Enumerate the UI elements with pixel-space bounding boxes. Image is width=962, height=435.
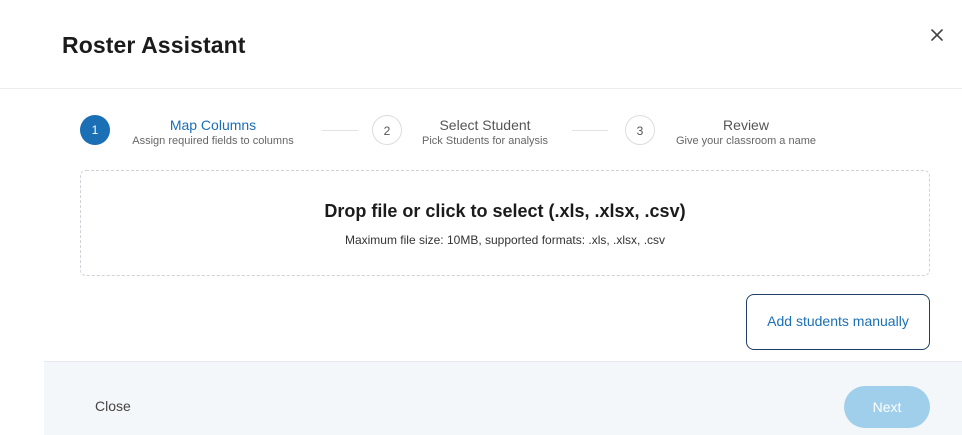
file-dropzone[interactable]: Drop file or click to select (.xls, .xls… [80, 170, 930, 276]
step-review[interactable]: 3 Review Give your classroom a name [625, 110, 835, 154]
dropzone-title: Drop file or click to select (.xls, .xls… [324, 201, 686, 221]
modal-footer: Close Next [44, 361, 962, 435]
step-number: 1 [80, 115, 110, 145]
roster-assistant-modal: Roster Assistant 1 Map Columns Assign re… [0, 0, 962, 435]
modal-title: Roster Assistant [62, 32, 246, 58]
step-subtitle: Assign required fields to columns [132, 135, 294, 147]
stepper: 1 Map Columns Assign required fields to … [0, 110, 962, 160]
step-map-columns[interactable]: 1 Map Columns Assign required fields to … [80, 110, 320, 154]
step-select-student[interactable]: 2 Select Student Pick Students for analy… [372, 110, 572, 154]
close-icon[interactable] [926, 24, 948, 46]
step-title: Review [723, 117, 769, 133]
modal-header: Roster Assistant [0, 0, 962, 89]
step-number: 2 [372, 115, 402, 145]
close-button[interactable]: Close [95, 398, 131, 414]
dropzone-subtitle: Maximum file size: 10MB, supported forma… [344, 233, 666, 247]
step-title: Select Student [439, 117, 531, 133]
step-number: 3 [625, 115, 655, 145]
next-button[interactable]: Next [844, 386, 930, 428]
add-students-manually-button[interactable]: Add students manually [746, 294, 930, 350]
step-subtitle: Give your classroom a name [676, 135, 816, 147]
step-title: Map Columns [169, 117, 257, 133]
step-subtitle: Pick Students for analysis [422, 135, 548, 147]
